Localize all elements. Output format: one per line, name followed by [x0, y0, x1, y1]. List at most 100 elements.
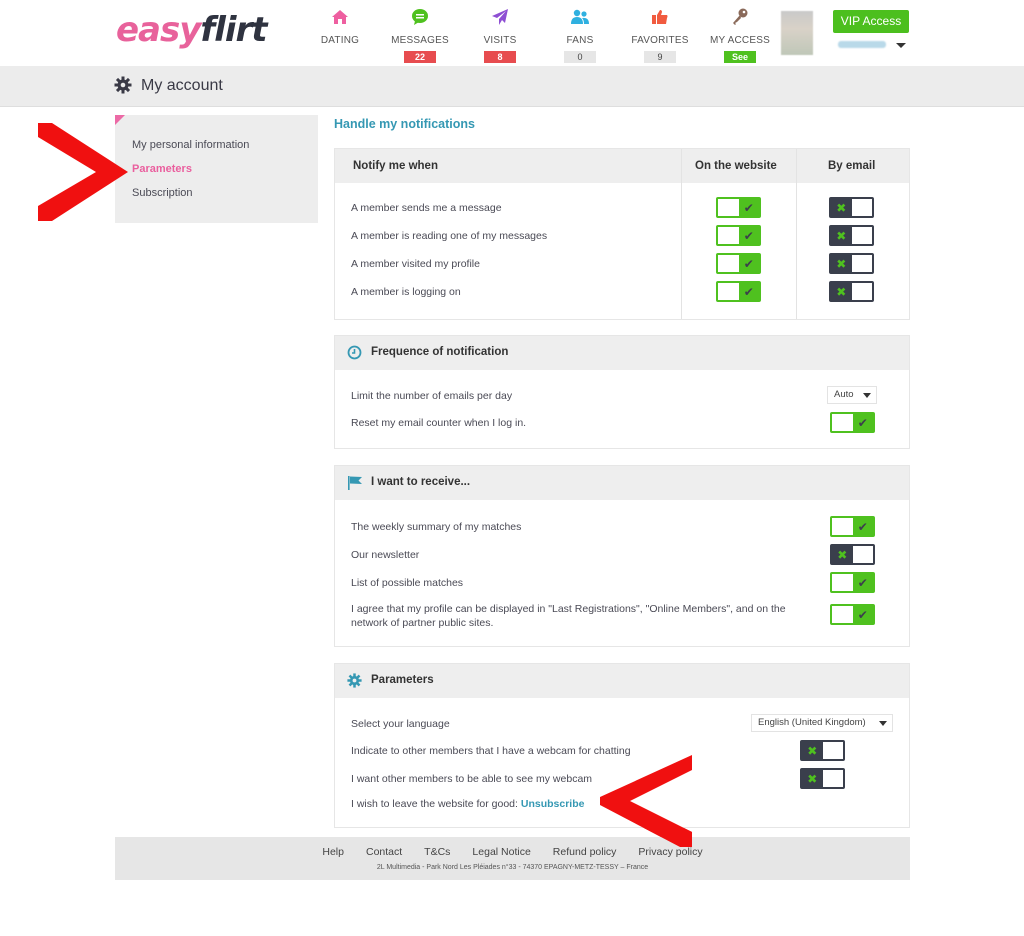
webcam-indicate-label: Indicate to other members that I have a …: [351, 745, 631, 757]
nav-label: DATING: [320, 35, 360, 46]
toggle-webcam-see[interactable]: ✖: [800, 768, 845, 789]
toggle-email-logging[interactable]: ✖: [829, 281, 874, 302]
column-header-website: On the website: [695, 160, 777, 172]
fans-count-badge: 0: [564, 51, 596, 63]
nav-messages[interactable]: MESSAGES 22: [380, 6, 460, 65]
toggle-newsletter[interactable]: ✖: [830, 544, 875, 565]
notify-row-label: A member is reading one of my messages: [351, 230, 548, 242]
account-sidebar: My personal information Parameters Subsc…: [115, 115, 318, 223]
user-menu-caret-icon[interactable]: [896, 43, 906, 48]
check-icon: ✔: [852, 518, 873, 535]
parameters-panel-header: Parameters: [335, 664, 909, 698]
unsubscribe-link[interactable]: Unsubscribe: [521, 798, 585, 810]
check-icon: ✔: [738, 199, 759, 216]
paper-plane-icon: [460, 6, 540, 28]
footer-address: 2L Multimedia - Park Nord Les Pléiades n…: [376, 864, 649, 871]
toggle-weekly-summary[interactable]: ✔: [830, 516, 875, 537]
nav-dating[interactable]: DATING: [300, 6, 380, 65]
check-icon: ✔: [738, 283, 759, 300]
nav-visits[interactable]: VISITS 8: [460, 6, 540, 65]
x-icon: ✖: [802, 770, 823, 787]
nav-label: FANS: [566, 35, 594, 46]
favorites-count-badge: 9: [644, 51, 676, 63]
x-icon: ✖: [832, 546, 853, 563]
language-select[interactable]: English (United Kingdom): [751, 714, 893, 732]
receive-panel: I want to receive... The weekly summary …: [334, 465, 910, 647]
check-icon: ✔: [852, 414, 873, 431]
parameters-panel-title: Parameters: [371, 674, 434, 686]
language-label: Select your language: [351, 718, 450, 730]
x-icon: ✖: [831, 255, 852, 272]
user-avatar[interactable]: [781, 11, 813, 55]
limit-emails-select[interactable]: Auto: [827, 386, 877, 404]
vip-access-button[interactable]: VIP Access: [833, 10, 909, 33]
reset-counter-label: Reset my email counter when I log in.: [351, 417, 527, 429]
footer-link-terms[interactable]: T&Cs: [424, 846, 450, 858]
footer-link-refund-policy[interactable]: Refund policy: [553, 846, 617, 858]
column-divider: [681, 149, 682, 319]
users-icon: [540, 6, 620, 28]
red-annotation-chevron-right: [38, 123, 128, 221]
x-icon: ✖: [831, 227, 852, 244]
key-icon: [700, 6, 780, 28]
toggle-email-reading[interactable]: ✖: [829, 225, 874, 246]
toggle-website-reading[interactable]: ✔: [716, 225, 761, 246]
footer-link-privacy-policy[interactable]: Privacy policy: [638, 846, 702, 858]
nav-fans[interactable]: FANS 0: [540, 6, 620, 65]
check-icon: ✔: [738, 227, 759, 244]
nav-my-access[interactable]: MY ACCESS See: [700, 6, 780, 65]
sidebar-item-personal-information[interactable]: My personal information: [132, 139, 249, 151]
footer-link-legal-notice[interactable]: Legal Notice: [472, 846, 530, 858]
main-nav: DATING MESSAGES 22 VISITS 8 FANS 0 FAVOR…: [300, 6, 780, 65]
my-access-see-badge[interactable]: See: [724, 51, 756, 63]
gear-icon: [114, 76, 132, 99]
toggle-website-visited[interactable]: ✔: [716, 253, 761, 274]
limit-emails-label: Limit the number of emails per day: [351, 390, 513, 402]
footer-link-contact[interactable]: Contact: [366, 846, 402, 858]
chat-bubble-icon: [380, 6, 460, 28]
column-divider: [796, 149, 797, 319]
flag-icon: [347, 475, 363, 494]
frequence-panel: Frequence of notification Limit the numb…: [334, 335, 910, 449]
webcam-see-label: I want other members to be able to see m…: [351, 773, 593, 785]
chevron-down-icon: [863, 393, 871, 398]
top-header: easyflirt DATING MESSAGES 22 VISITS 8 FA…: [0, 0, 1024, 66]
notifications-table: Notify me when On the website By email A…: [334, 148, 910, 320]
check-icon: ✔: [852, 606, 873, 623]
receive-row-label: I agree that my profile can be displayed…: [351, 603, 786, 629]
username-blurred[interactable]: [838, 41, 886, 48]
receive-panel-header: I want to receive...: [335, 466, 909, 500]
red-annotation-chevron-left-overlay: [600, 755, 692, 847]
nav-favorites[interactable]: FAVORITES 9: [620, 6, 700, 65]
notify-row-label: A member sends me a message: [351, 202, 502, 214]
logo[interactable]: easyflirt: [116, 10, 268, 50]
toggle-possible-matches[interactable]: ✔: [830, 572, 875, 593]
nav-label: MY ACCESS: [710, 35, 770, 46]
receive-row-label: Our newsletter: [351, 549, 420, 561]
section-title: Handle my notifications: [334, 117, 475, 131]
sidebar-item-subscription[interactable]: Subscription: [132, 187, 193, 199]
toggle-website-message[interactable]: ✔: [716, 197, 761, 218]
column-header-event: Notify me when: [353, 160, 438, 172]
toggle-email-visited[interactable]: ✖: [829, 253, 874, 274]
frequence-panel-title: Frequence of notification: [371, 346, 509, 358]
frequence-panel-header: Frequence of notification: [335, 336, 909, 370]
toggle-email-message[interactable]: ✖: [829, 197, 874, 218]
limit-emails-value: Auto: [834, 389, 854, 400]
footer-link-help[interactable]: Help: [322, 846, 344, 858]
home-icon: [300, 6, 380, 28]
toggle-profile-display[interactable]: ✔: [830, 604, 875, 625]
thumbs-up-icon: [620, 6, 700, 28]
clock-icon: [347, 345, 362, 363]
sidebar-item-parameters[interactable]: Parameters: [132, 163, 192, 175]
toggle-webcam-indicate[interactable]: ✖: [800, 740, 845, 761]
receive-row-label: List of possible matches: [351, 577, 464, 589]
gear-icon: [347, 673, 362, 691]
x-icon: ✖: [831, 199, 852, 216]
toggle-reset-counter[interactable]: ✔: [830, 412, 875, 433]
footer-links: Help Contact T&Cs Legal Notice Refund po…: [115, 846, 910, 858]
footer: Help Contact T&Cs Legal Notice Refund po…: [115, 837, 910, 880]
toggle-website-logging[interactable]: ✔: [716, 281, 761, 302]
x-icon: ✖: [831, 283, 852, 300]
logo-easy: easy: [116, 10, 201, 50]
